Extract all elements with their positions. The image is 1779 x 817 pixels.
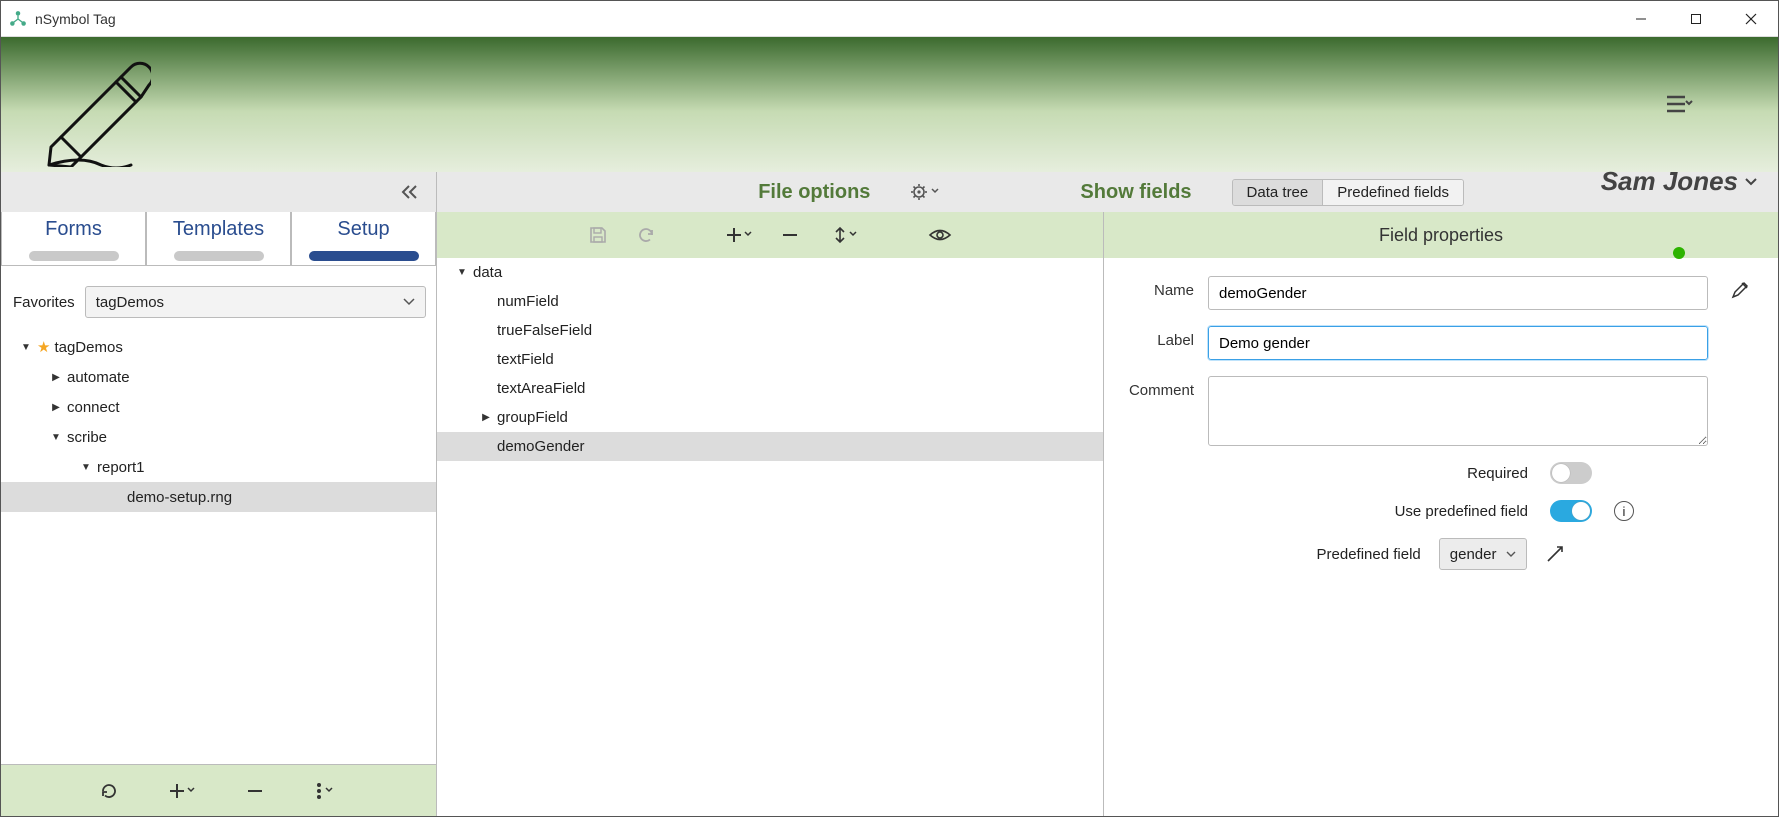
sidebar-tree-item[interactable]: ▼ ★tagDemos <box>1 332 436 362</box>
sidebar-tree-item[interactable]: ▼ report1 <box>1 452 436 482</box>
tree-caret-icon: ▼ <box>455 267 469 278</box>
tree-item-label: demo-setup.rng <box>127 489 232 506</box>
tab-setup[interactable]: Setup <box>291 212 436 266</box>
use-predefined-label: Use predefined field <box>1395 503 1528 520</box>
sidebar-tree-item[interactable]: ▶ connect <box>1 392 436 422</box>
file-options-label: File options <box>758 181 870 204</box>
collapse-sidebar-button[interactable] <box>400 183 420 201</box>
add-field-button[interactable] <box>726 225 752 245</box>
chevron-down-icon <box>1506 551 1516 558</box>
star-icon: ★ <box>37 338 50 356</box>
label-label: Label <box>1128 326 1208 349</box>
name-label: Name <box>1128 276 1208 299</box>
required-label: Required <box>1467 465 1528 482</box>
required-toggle[interactable] <box>1550 462 1592 484</box>
sidebar: Forms Templates Setup Favorites tagDemos… <box>1 172 437 816</box>
segment-predefined-fields[interactable]: Predefined fields <box>1322 180 1463 205</box>
tree-caret-icon: ▼ <box>79 462 93 473</box>
titlebar: nSymbol Tag <box>1 1 1778 37</box>
tree-item-label: trueFalseField <box>497 322 592 339</box>
data-tree-item[interactable]: numField <box>437 287 1103 316</box>
tree-item-label: report1 <box>97 459 145 476</box>
tree-item-label: textAreaField <box>497 380 585 397</box>
segment-data-tree[interactable]: Data tree <box>1233 180 1323 205</box>
tree-item-label: textField <box>497 351 554 368</box>
label-input[interactable] <box>1208 326 1708 360</box>
sidebar-toolbar <box>1 764 436 816</box>
tree-caret-icon: ▶ <box>49 372 63 383</box>
tree-caret-icon: ▼ <box>49 432 63 443</box>
show-fields-label: Show fields <box>1080 181 1191 204</box>
tree-caret-icon: ▶ <box>479 412 493 423</box>
refresh-button[interactable] <box>99 781 119 801</box>
chevron-down-icon <box>1744 177 1758 187</box>
move-field-button[interactable] <box>828 225 858 245</box>
edit-name-button[interactable] <box>1726 276 1754 304</box>
sidebar-tree-item[interactable]: ▶ automate <box>1 362 436 392</box>
status-indicator-icon <box>1673 247 1685 259</box>
data-tree: ▼ data numField trueFalseField textField text… <box>437 258 1103 816</box>
tree-item-label: groupField <box>497 409 568 426</box>
more-button[interactable] <box>315 781 339 801</box>
tree-item-label: demoGender <box>497 438 585 455</box>
main-toolbar: File options Show fields Data tree Prede… <box>437 172 1778 212</box>
predefined-field-value: gender <box>1450 546 1497 563</box>
remove-button[interactable] <box>245 781 265 801</box>
center-panel: ▼ data numField trueFalseField textField text… <box>437 212 1104 816</box>
sidebar-tree-item[interactable]: demo-setup.rng <box>1 482 436 512</box>
properties-panel: Field properties Name Label <box>1104 212 1778 816</box>
info-icon[interactable]: i <box>1614 501 1634 521</box>
data-tree-item[interactable]: trueFalseField <box>437 316 1103 345</box>
window-title: nSymbol Tag <box>35 11 116 27</box>
tree-item-label: connect <box>67 399 120 416</box>
data-tree-item[interactable]: demoGender <box>437 432 1103 461</box>
comment-input[interactable] <box>1208 376 1708 446</box>
sidebar-tabs: Forms Templates Setup <box>1 212 436 266</box>
data-tree-item[interactable]: ▶ groupField <box>437 403 1103 432</box>
favorites-selected-value: tagDemos <box>96 294 164 311</box>
sidebar-tree: ▼ ★tagDemos ▶ automate ▶ connect ▼ scribe ▼ repor… <box>1 328 436 764</box>
predefined-field-label: Predefined field <box>1317 546 1421 563</box>
predefined-field-select[interactable]: gender <box>1439 538 1528 570</box>
preview-button[interactable] <box>928 226 952 244</box>
tree-caret-icon: ▼ <box>19 342 33 353</box>
data-tree-item[interactable]: textField <box>437 345 1103 374</box>
data-tree-item[interactable]: textAreaField <box>437 374 1103 403</box>
hamburger-menu-icon[interactable] <box>1665 92 1693 116</box>
comment-label: Comment <box>1128 376 1208 399</box>
revert-button <box>636 225 656 245</box>
tab-templates[interactable]: Templates <box>146 212 291 266</box>
tree-item-label: automate <box>67 369 130 386</box>
add-button[interactable] <box>169 781 195 801</box>
jump-to-button[interactable] <box>1545 544 1565 564</box>
tab-forms[interactable]: Forms <box>1 212 146 266</box>
tree-item-label: numField <box>497 293 559 310</box>
file-options-gear-button[interactable] <box>910 181 940 203</box>
show-fields-segment: Data tree Predefined fields <box>1232 179 1464 206</box>
tree-item-label: tagDemos <box>54 339 122 356</box>
data-tree-item[interactable]: ▼ data <box>437 258 1103 287</box>
favorites-label: Favorites <box>13 294 75 311</box>
chevron-down-icon <box>403 298 415 306</box>
app-header: Sam Jones <box>1 37 1778 172</box>
favorites-select[interactable]: tagDemos <box>85 286 426 318</box>
tree-item-label: scribe <box>67 429 107 446</box>
window-minimize-button[interactable] <box>1613 1 1668 37</box>
app-icon <box>9 10 27 28</box>
sidebar-tree-item[interactable]: ▼ scribe <box>1 422 436 452</box>
use-predefined-toggle[interactable] <box>1550 500 1592 522</box>
user-menu[interactable]: Sam Jones <box>1601 166 1758 197</box>
window-maximize-button[interactable] <box>1668 1 1723 37</box>
name-input[interactable] <box>1208 276 1708 310</box>
user-name: Sam Jones <box>1601 166 1738 197</box>
window-close-button[interactable] <box>1723 1 1778 37</box>
tree-caret-icon: ▶ <box>49 402 63 413</box>
pencil-logo-icon <box>21 47 151 167</box>
remove-field-button[interactable] <box>780 225 800 245</box>
tree-item-label: data <box>473 264 502 281</box>
center-toolbar <box>437 212 1103 258</box>
save-button <box>588 225 608 245</box>
